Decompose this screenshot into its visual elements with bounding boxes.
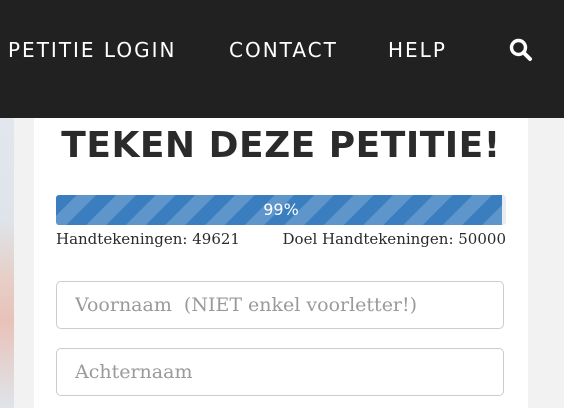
nav-item-help[interactable]: HELP — [388, 38, 447, 62]
last-name-field[interactable] — [56, 348, 504, 396]
search-icon[interactable] — [508, 37, 534, 63]
signature-progress-bar: 99% — [56, 195, 506, 225]
first-name-field[interactable] — [56, 281, 504, 329]
petition-title: TEKEN DEZE PETITIE! — [61, 125, 501, 166]
progress-percent-label: 99% — [263, 200, 299, 219]
nav-item-contact[interactable]: CONTACT — [229, 38, 338, 62]
top-navigation-bar: PETITIE LOGIN CONTACT HELP — [0, 0, 564, 118]
signature-goal: Doel Handtekeningen: 50000 — [282, 230, 506, 248]
signature-count: Handtekeningen: 49621 — [56, 230, 240, 248]
nav-item-petitie-login[interactable]: PETITIE LOGIN — [8, 38, 176, 62]
background-image-edge — [0, 118, 14, 408]
signature-count-row: Handtekeningen: 49621 Doel Handtekeninge… — [56, 230, 506, 250]
petition-card: TEKEN DEZE PETITIE! 99% Handtekeningen: … — [34, 118, 528, 408]
